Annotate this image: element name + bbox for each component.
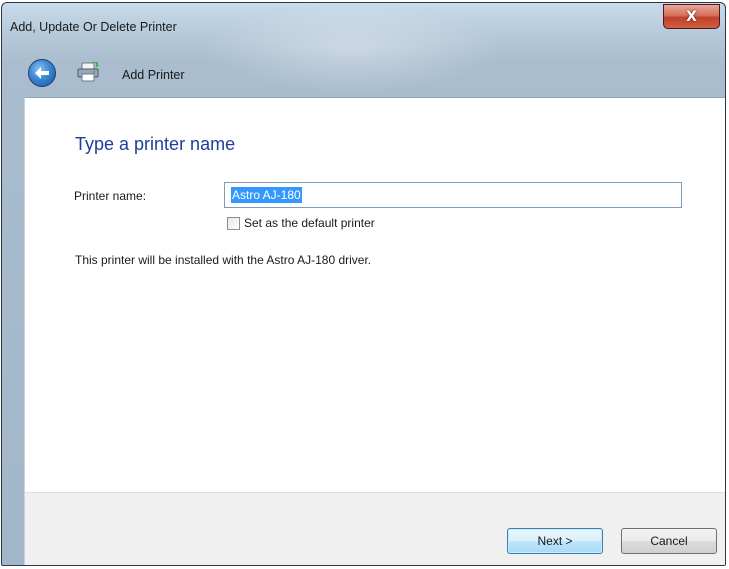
wizard-footer: Next > Cancel [24, 492, 725, 565]
cancel-button[interactable]: Cancel [621, 528, 717, 554]
next-button[interactable]: Next > [507, 528, 603, 554]
close-button[interactable]: X [663, 4, 720, 29]
close-icon: X [686, 8, 697, 25]
wizard-content-pane: Type a printer name Printer name: Astro … [24, 97, 725, 492]
page-heading: Type a printer name [75, 134, 236, 154]
window-title: Add, Update Or Delete Printer [10, 20, 177, 34]
default-printer-checkbox[interactable] [227, 216, 240, 230]
wizard-title: Add Printer [122, 68, 185, 82]
back-button[interactable] [28, 59, 56, 87]
default-printer-label[interactable]: Set as the default printer [244, 216, 375, 230]
add-printer-window: Add, Update Or Delete Printer X Add Prin… [1, 2, 726, 566]
printer-icon [77, 62, 99, 82]
wizard-nav-bar: Add Printer [2, 55, 725, 95]
printer-name-value: Astro AJ-180 [231, 187, 302, 203]
default-printer-option[interactable]: Set as the default printer [227, 216, 375, 230]
back-arrow-icon [35, 67, 49, 79]
printer-name-label: Printer name: [74, 189, 147, 203]
printer-name-input[interactable]: Astro AJ-180 [224, 182, 682, 208]
driver-info-text: This printer will be installed with the … [75, 253, 372, 267]
